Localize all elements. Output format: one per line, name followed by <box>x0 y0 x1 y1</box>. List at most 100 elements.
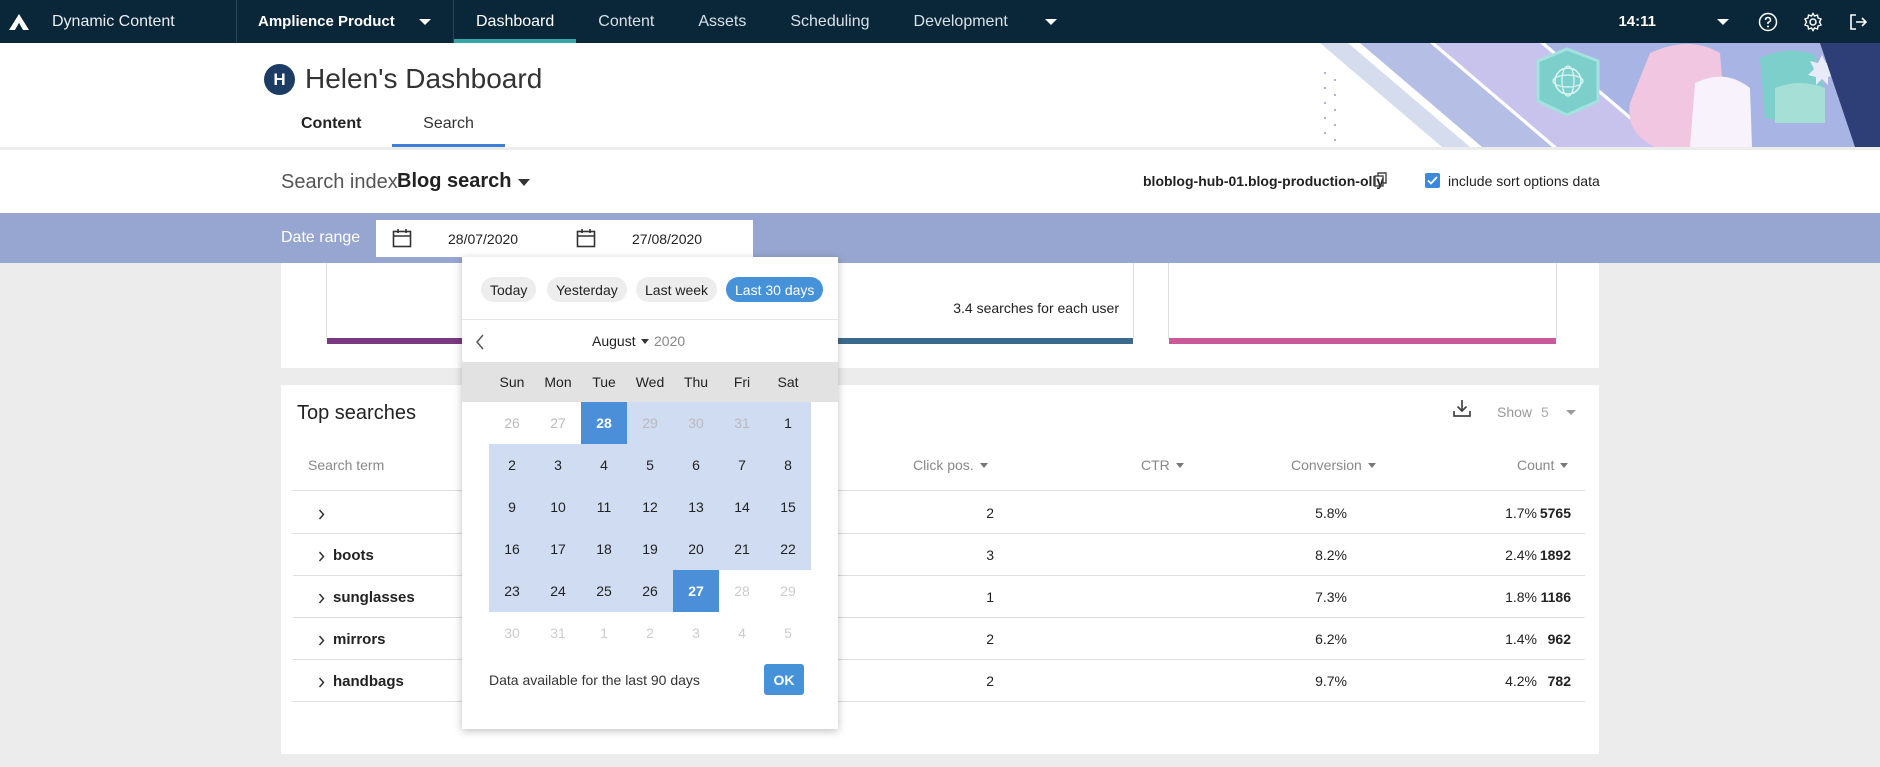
calendar-day[interactable]: 1 <box>765 402 811 444</box>
stat-bar <box>1169 338 1556 344</box>
ok-button[interactable]: OK <box>764 664 804 695</box>
expand-chevron-icon[interactable] <box>318 675 325 691</box>
calendar-day[interactable]: 25 <box>581 570 627 612</box>
expand-chevron-icon[interactable] <box>318 507 325 523</box>
expand-chevron-icon[interactable] <box>318 633 325 649</box>
calendar-day[interactable]: 7 <box>719 444 765 486</box>
nav-content[interactable]: Content <box>576 0 676 43</box>
calendar-day[interactable]: 28 <box>581 402 627 444</box>
preset-today[interactable]: Today <box>481 277 537 302</box>
calendar-day: 5 <box>784 625 792 641</box>
calendar-day[interactable]: 15 <box>765 486 811 528</box>
calendar-day[interactable]: 19 <box>627 528 673 570</box>
nav-more-chevron-icon[interactable] <box>1030 0 1072 43</box>
main-nav: Dashboard Content Assets Scheduling Deve… <box>454 0 1072 43</box>
calendar-day[interactable]: 3 <box>535 444 581 486</box>
preset-last-30-days[interactable]: Last 30 days <box>726 277 824 302</box>
calendar-day[interactable]: 29 <box>627 402 673 444</box>
calendar-day[interactable]: 14 <box>719 486 765 528</box>
calendar-day[interactable]: 27 <box>673 570 719 612</box>
hub-name: Amplience Product <box>258 13 395 30</box>
search-index-select[interactable]: Blog search <box>397 170 511 193</box>
nav-dashboard[interactable]: Dashboard <box>454 0 577 43</box>
column-count[interactable]: Count <box>1517 457 1569 473</box>
calendar-day[interactable]: 2 <box>489 444 535 486</box>
expand-chevron-icon[interactable] <box>318 591 325 607</box>
chevron-down-icon <box>419 18 431 25</box>
nav-assets[interactable]: Assets <box>676 0 768 43</box>
conversion: 4.2% <box>1505 673 1537 689</box>
start-date[interactable]: 28/07/2020 <box>448 231 518 247</box>
calendar-day[interactable]: 16 <box>489 528 535 570</box>
calendar-day[interactable]: 8 <box>765 444 811 486</box>
gear-icon[interactable] <box>1790 0 1835 43</box>
calendar-day[interactable]: 30 <box>673 402 719 444</box>
date-range-input[interactable]: 28/07/2020 27/08/2020 <box>376 220 753 257</box>
calendar-day: 30 <box>504 625 520 641</box>
calendar-day[interactable]: 9 <box>489 486 535 528</box>
calendar-day: 28 <box>734 583 750 599</box>
calendar-day[interactable]: 11 <box>581 486 627 528</box>
calendar-day[interactable]: 20 <box>673 528 719 570</box>
column-click-pos[interactable]: Click pos. <box>913 457 988 473</box>
count: 5765 <box>1539 505 1571 521</box>
calendar-day[interactable]: 27 <box>535 402 581 444</box>
calendar-day[interactable]: 4 <box>581 444 627 486</box>
column-conversion[interactable]: Conversion <box>1291 457 1376 473</box>
hub-selector[interactable]: Amplience Product <box>236 0 454 43</box>
timezone-chevron-down-icon[interactable] <box>1700 0 1745 43</box>
include-sort-options-checkbox[interactable] <box>1425 173 1440 188</box>
data-availability-note: Data available for the last 90 days <box>489 672 700 688</box>
calendar-day[interactable]: 18 <box>581 528 627 570</box>
calendar-day: 1 <box>600 625 608 641</box>
nav-scheduling[interactable]: Scheduling <box>768 0 891 43</box>
weekday-header: Sun Mon Tue Wed Thu Fri Sat <box>462 362 838 402</box>
calendar-day[interactable]: 13 <box>673 486 719 528</box>
ctr: 8.2% <box>1315 547 1347 563</box>
calendar-day[interactable]: 26 <box>489 402 535 444</box>
calendar-icon[interactable] <box>576 228 596 253</box>
year-label[interactable]: 2020 <box>654 333 685 349</box>
dashboard-banner-illustration <box>1320 43 1880 147</box>
nav-development[interactable]: Development <box>892 0 1030 43</box>
search-term: mirrors <box>333 631 386 648</box>
calendar-day: 3 <box>692 625 700 641</box>
page-title: Helen's Dashboard <box>305 63 543 94</box>
logout-icon[interactable] <box>1835 0 1880 43</box>
calendar-day[interactable]: 23 <box>489 570 535 612</box>
sort-caret-icon <box>1560 462 1569 468</box>
calendar-day[interactable]: 22 <box>765 528 811 570</box>
calendar-day[interactable]: 10 <box>535 486 581 528</box>
calendar-day[interactable]: 31 <box>719 402 765 444</box>
copy-icon[interactable] <box>1374 172 1387 192</box>
column-search-term[interactable]: Search term <box>308 457 384 473</box>
tab-content[interactable]: Content <box>301 115 361 143</box>
chevron-down-icon[interactable] <box>1566 410 1576 415</box>
searches-per-user: 3.4 searches for each user <box>953 300 1119 316</box>
amplience-logo-icon[interactable] <box>0 0 38 43</box>
calendar-icon[interactable] <box>392 228 412 253</box>
app-title: Dynamic Content <box>52 12 175 30</box>
click-position: 1 <box>986 589 994 605</box>
calendar-day[interactable]: 12 <box>627 486 673 528</box>
count: 1186 <box>1540 589 1571 605</box>
column-ctr[interactable]: CTR <box>1141 457 1184 473</box>
chevron-down-icon[interactable] <box>518 179 530 186</box>
preset-last-week[interactable]: Last week <box>636 277 718 302</box>
tab-search[interactable]: Search <box>392 115 505 147</box>
calendar-day[interactable]: 21 <box>719 528 765 570</box>
expand-chevron-icon[interactable] <box>318 549 325 565</box>
calendar-day[interactable]: 17 <box>535 528 581 570</box>
calendar-day[interactable]: 24 <box>535 570 581 612</box>
help-icon[interactable] <box>1745 0 1790 43</box>
month-select[interactable]: August <box>592 333 649 349</box>
download-icon[interactable] <box>1452 398 1472 423</box>
preset-yesterday[interactable]: Yesterday <box>547 277 627 302</box>
end-date[interactable]: 27/08/2020 <box>632 231 702 247</box>
show-count-select[interactable]: 5 <box>1541 404 1549 420</box>
show-label: Show <box>1497 404 1533 420</box>
calendar-day[interactable]: 6 <box>673 444 719 486</box>
previous-month-chevron-icon[interactable] <box>475 334 485 355</box>
calendar-day[interactable]: 26 <box>627 570 673 612</box>
calendar-day[interactable]: 5 <box>627 444 673 486</box>
